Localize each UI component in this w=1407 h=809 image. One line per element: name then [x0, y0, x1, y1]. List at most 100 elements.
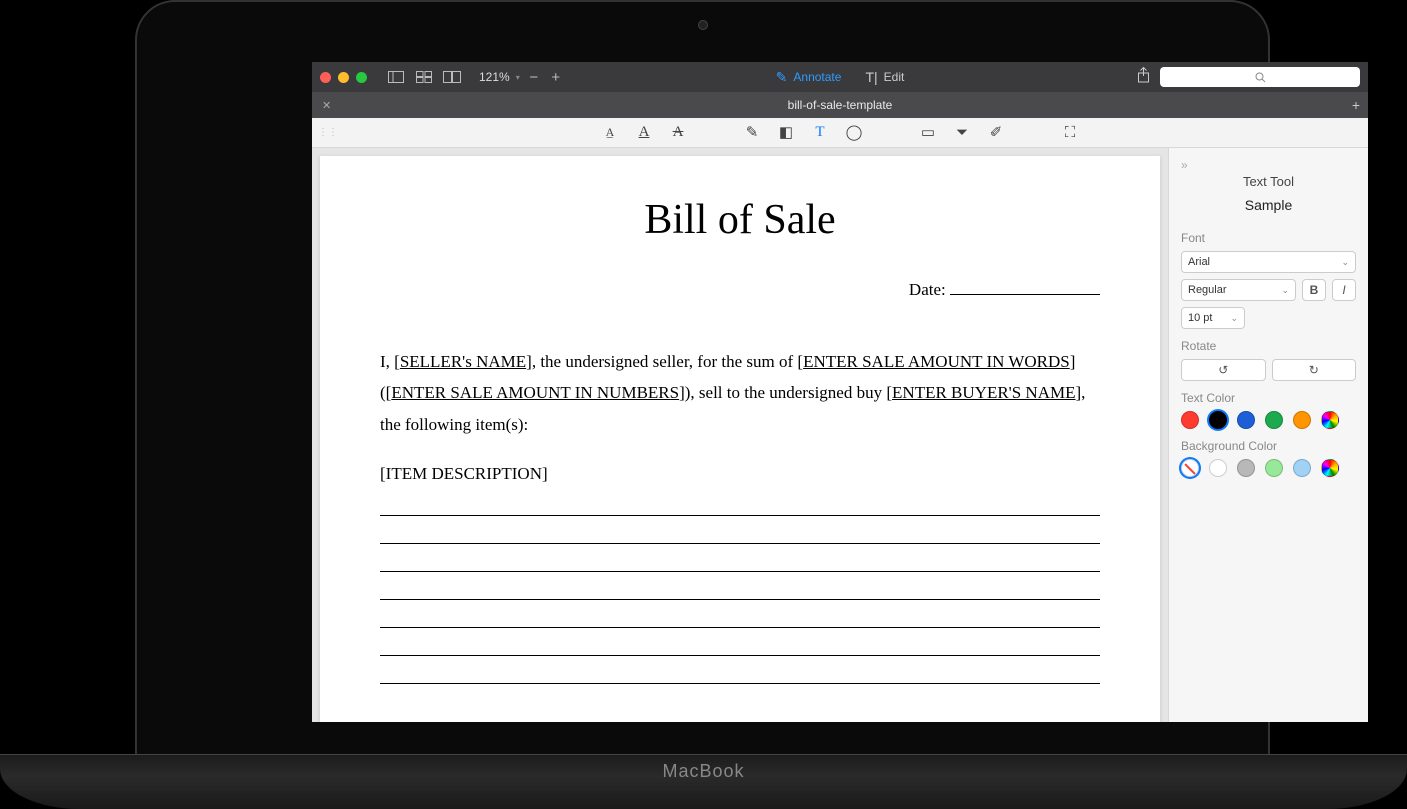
- blank-line: [380, 552, 1100, 572]
- chevron-down-icon: ⌄: [1230, 313, 1238, 324]
- laptop-base: MacBook: [0, 754, 1407, 809]
- font-size-select[interactable]: 10 pt ⌄: [1181, 307, 1245, 329]
- blank-line: [380, 496, 1100, 516]
- edit-label: Edit: [884, 70, 905, 84]
- text-color-label: Text Color: [1181, 391, 1356, 405]
- rotate-cw-icon: ↻: [1309, 363, 1319, 377]
- font-size-value: 10 pt: [1188, 312, 1212, 324]
- text-style-tool-icon[interactable]: A̲: [599, 122, 621, 144]
- font-section-label: Font: [1181, 231, 1356, 245]
- bg-color-lightblue[interactable]: [1293, 459, 1311, 477]
- text-color-swatches: [1181, 411, 1356, 429]
- tab-strip: ✕ bill-of-sale-template +: [312, 92, 1368, 118]
- font-weight-value: Regular: [1188, 284, 1227, 296]
- font-family-select[interactable]: Arial ⌄: [1181, 251, 1356, 273]
- annotation-toolbar: ⋮⋮ A̲ A A ✎ ◧ T ◯ ▭ ⏷ ✐: [312, 118, 1368, 148]
- crop-tool-icon[interactable]: ⛶: [1059, 122, 1081, 144]
- laptop-frame: 121% ▾ − + ✎ Annotate T| Edit: [0, 0, 1407, 809]
- text-color-green[interactable]: [1265, 411, 1283, 429]
- bg-color-label: Background Color: [1181, 439, 1356, 453]
- inspector-panel: » Text Tool Sample Font Arial ⌄ Regular …: [1168, 148, 1368, 722]
- search-icon: [1255, 72, 1266, 83]
- inspector-sample-text: Sample: [1181, 197, 1356, 213]
- date-line: Date:: [380, 280, 1100, 300]
- seller-name-placeholder: SELLER's NAME: [400, 352, 526, 371]
- zoom-value[interactable]: 121%: [479, 70, 510, 84]
- underline-tool-icon[interactable]: A: [633, 122, 655, 144]
- laptop-bezel: 121% ▾ − + ✎ Annotate T| Edit: [135, 0, 1270, 780]
- text-color-custom[interactable]: [1321, 411, 1339, 429]
- camera-dot: [698, 20, 708, 30]
- blank-line: [380, 580, 1100, 600]
- date-label: Date:: [909, 280, 946, 299]
- annotate-mode-button[interactable]: ✎ Annotate: [776, 69, 842, 86]
- main-area: Bill of Sale Date: I, [SELLER's NAME], t…: [312, 148, 1368, 722]
- text-cursor-icon: T|: [865, 69, 877, 85]
- shape-tool-icon[interactable]: ◯: [843, 122, 865, 144]
- edit-mode-button[interactable]: T| Edit: [865, 69, 904, 85]
- thumbnails-icon[interactable]: [413, 67, 435, 87]
- document-viewport[interactable]: Bill of Sale Date: I, [SELLER's NAME], t…: [312, 148, 1168, 722]
- blank-line: [380, 524, 1100, 544]
- zoom-in-button[interactable]: +: [548, 69, 564, 86]
- window-fullscreen-button[interactable]: [356, 72, 367, 83]
- tab-filename[interactable]: bill-of-sale-template: [788, 98, 893, 112]
- bg-color-none[interactable]: [1181, 459, 1199, 477]
- two-up-icon[interactable]: [441, 67, 463, 87]
- bg-color-custom[interactable]: [1321, 459, 1339, 477]
- bg-color-white[interactable]: [1209, 459, 1227, 477]
- text-color-blue[interactable]: [1237, 411, 1255, 429]
- rotate-cw-button[interactable]: ↻: [1272, 359, 1357, 381]
- font-family-value: Arial: [1188, 256, 1210, 268]
- sidebar-toggle-icon[interactable]: [385, 67, 407, 87]
- pencil-tool-icon[interactable]: ✎: [741, 122, 763, 144]
- pen-icon: ✎: [776, 69, 788, 86]
- document-page: Bill of Sale Date: I, [SELLER's NAME], t…: [320, 156, 1160, 722]
- note-tool-icon[interactable]: ▭: [917, 122, 939, 144]
- font-weight-select[interactable]: Regular ⌄: [1181, 279, 1296, 301]
- bg-color-lightgreen[interactable]: [1265, 459, 1283, 477]
- bold-button[interactable]: B: [1302, 279, 1326, 301]
- text-color-orange[interactable]: [1293, 411, 1311, 429]
- mode-switcher: ✎ Annotate T| Edit: [776, 69, 905, 86]
- stamp-tool-icon[interactable]: ⏷: [951, 122, 973, 144]
- text-color-red[interactable]: [1181, 411, 1199, 429]
- titlebar: 121% ▾ − + ✎ Annotate T| Edit: [312, 62, 1368, 92]
- bg-color-gray[interactable]: [1237, 459, 1255, 477]
- toolbar-handle-icon[interactable]: ⋮⋮: [318, 127, 338, 138]
- strikethrough-tool-icon[interactable]: A: [667, 122, 689, 144]
- search-input[interactable]: [1160, 67, 1360, 87]
- amount-words-placeholder: ENTER SALE AMOUNT IN WORDS: [803, 352, 1070, 371]
- text-tool-icon[interactable]: T: [809, 122, 831, 144]
- text-color-black[interactable]: [1209, 411, 1227, 429]
- zoom-out-button[interactable]: −: [526, 69, 542, 86]
- window-close-button[interactable]: [320, 72, 331, 83]
- item-description-label: [ITEM DESCRIPTION]: [380, 464, 1100, 484]
- document-body-paragraph: I, [SELLER's NAME], the undersigned sell…: [380, 346, 1100, 440]
- buyer-name-placeholder: ENTER BUYER'S NAME: [892, 383, 1075, 402]
- blank-line: [380, 608, 1100, 628]
- inspector-collapse-button[interactable]: »: [1181, 158, 1356, 172]
- rotate-section-label: Rotate: [1181, 339, 1356, 353]
- app-window: 121% ▾ − + ✎ Annotate T| Edit: [312, 62, 1368, 722]
- tab-add-button[interactable]: +: [1352, 97, 1360, 113]
- rotate-ccw-icon: ↺: [1218, 363, 1228, 377]
- tab-close-button[interactable]: ✕: [322, 99, 331, 112]
- date-blank: [950, 294, 1100, 295]
- chevron-down-icon: ⌄: [1281, 285, 1289, 296]
- italic-button[interactable]: I: [1332, 279, 1356, 301]
- bg-color-swatches: [1181, 459, 1356, 477]
- annotate-label: Annotate: [793, 70, 841, 84]
- chevron-down-icon: ⌄: [1341, 257, 1349, 268]
- share-button[interactable]: [1137, 67, 1150, 87]
- eraser-tool-icon[interactable]: ◧: [775, 122, 797, 144]
- rotate-ccw-button[interactable]: ↺: [1181, 359, 1266, 381]
- blank-line: [380, 664, 1100, 684]
- eyedropper-tool-icon[interactable]: ✐: [985, 122, 1007, 144]
- laptop-brand-label: MacBook: [662, 761, 744, 782]
- zoom-controls: 121% ▾ − +: [479, 69, 564, 86]
- window-minimize-button[interactable]: [338, 72, 349, 83]
- window-controls: [320, 72, 367, 83]
- amount-numbers-placeholder: ENTER SALE AMOUNT IN NUMBERS: [391, 383, 679, 402]
- blank-line: [380, 636, 1100, 656]
